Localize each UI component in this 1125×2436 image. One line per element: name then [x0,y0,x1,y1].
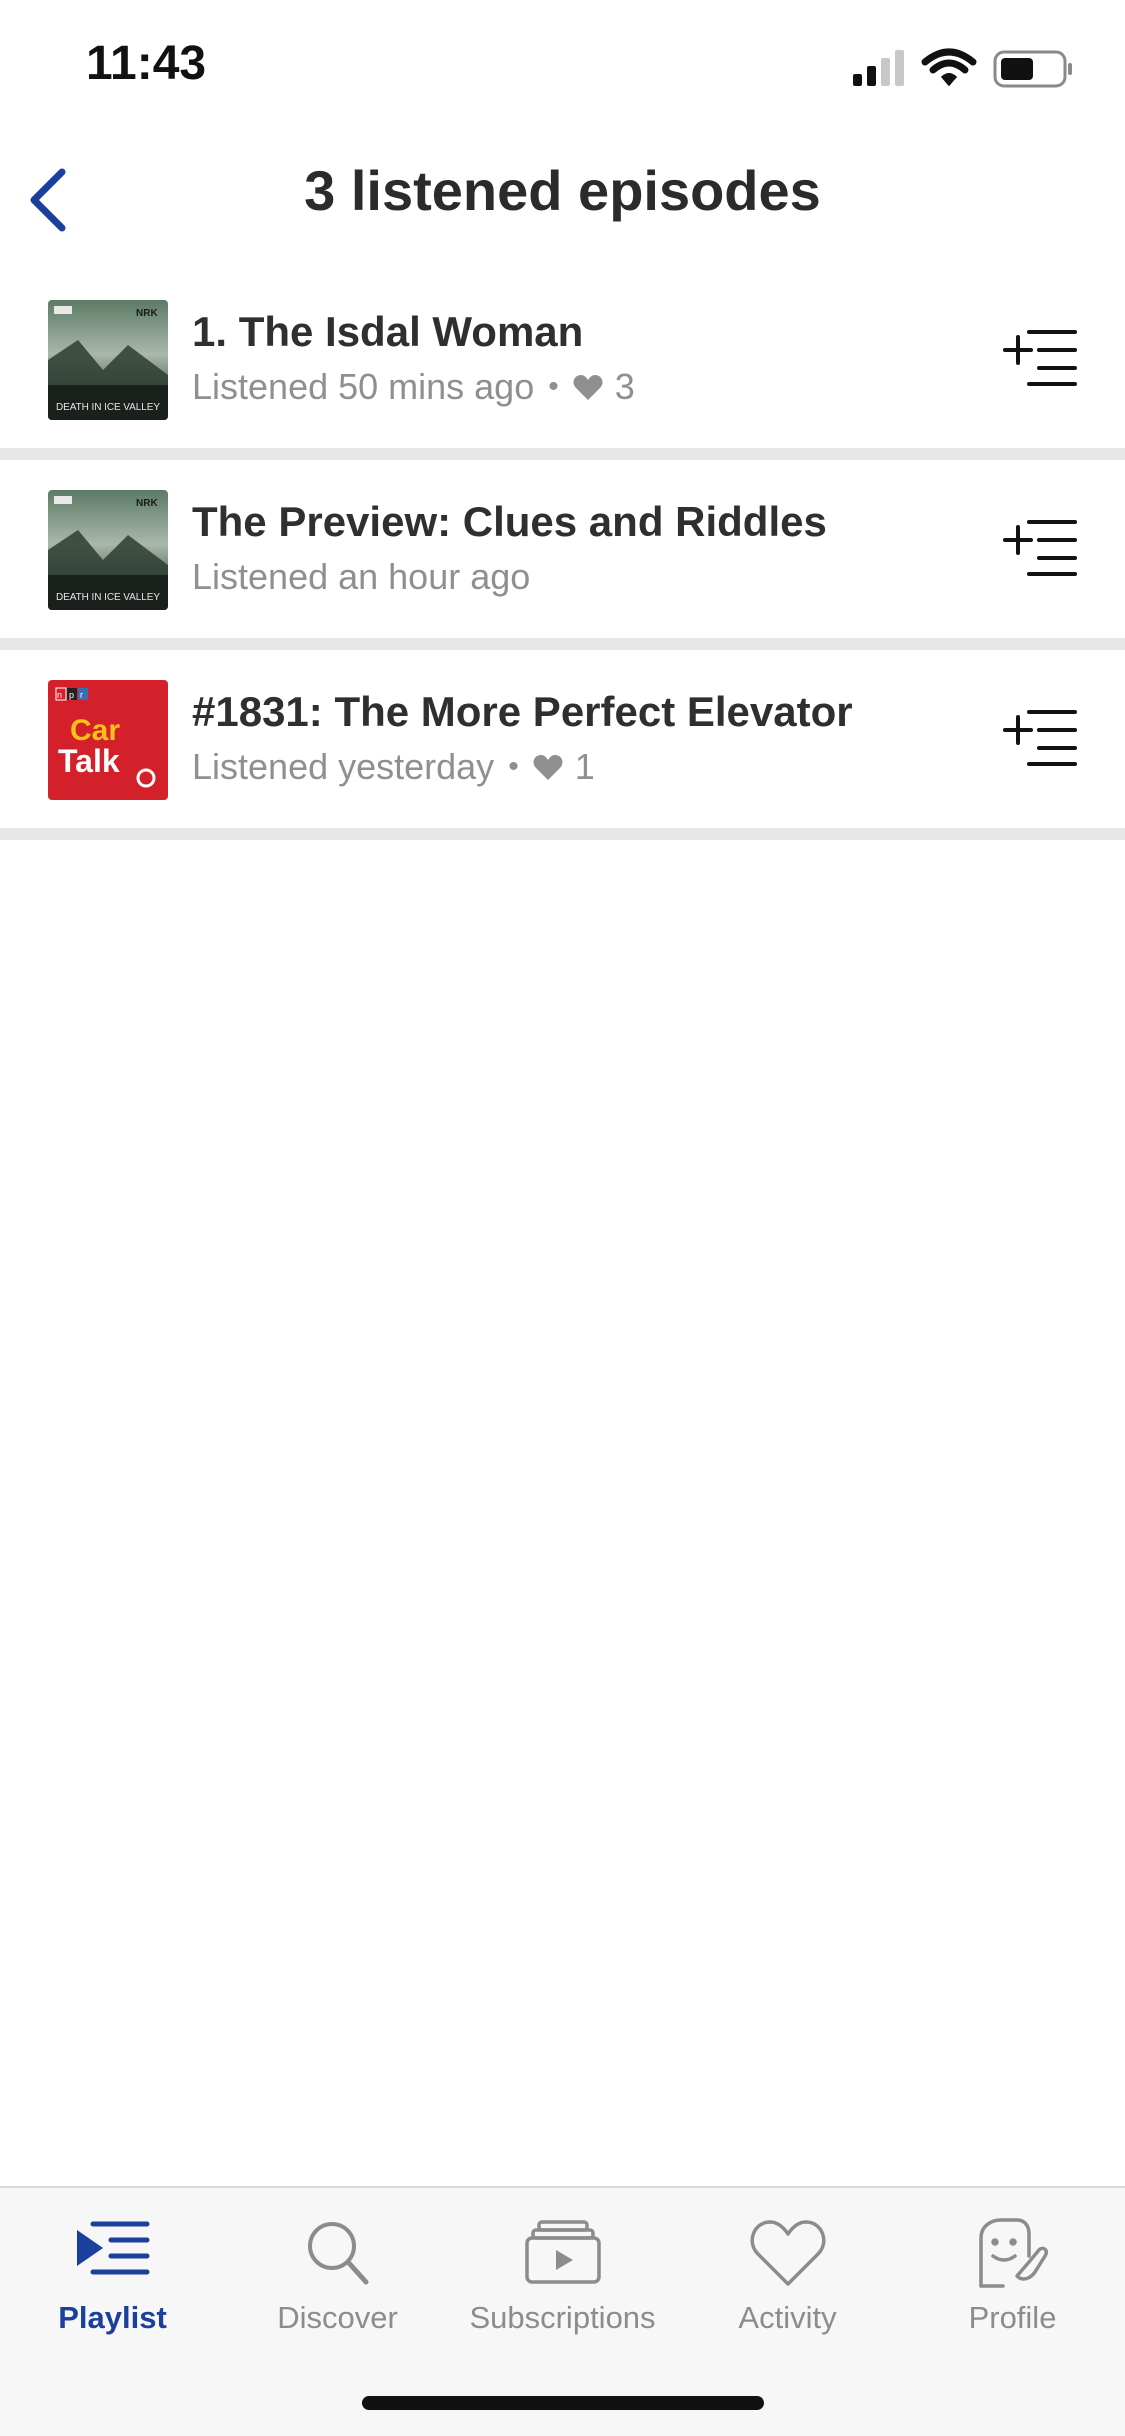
tab-subscriptions[interactable]: Subscriptions [450,2188,675,2348]
add-to-queue-icon [1003,330,1077,386]
tab-activity[interactable]: Activity [675,2188,900,2348]
meta-separator: • [548,370,559,403]
episode-title: 1. The Isdal Woman [192,308,584,355]
tab-label: Profile [968,2300,1057,2335]
svg-text:r: r [80,690,83,700]
tab-label: Playlist [58,2300,167,2335]
episode-row[interactable]: NRK DEATH IN ICE VALLEY The Preview: Clu… [0,460,1125,650]
home-indicator[interactable] [362,2396,764,2410]
heart-icon [750,2220,825,2286]
listened-time: Listened yesterday [192,746,495,787]
add-to-playlist-button[interactable] [1003,328,1077,388]
episode-row[interactable]: NRK DEATH IN ICE VALLEY 1. The Isdal Wom… [0,270,1125,460]
tab-profile[interactable]: Profile [900,2188,1125,2348]
svg-text:DEATH IN ICE VALLEY: DEATH IN ICE VALLEY [56,592,160,603]
playlist-icon [76,2221,149,2275]
heart-icon [533,755,563,780]
listened-time: Listened 50 mins ago [192,366,535,407]
subscriptions-icon [524,2220,601,2284]
header: 3 listened episodes [0,140,1125,255]
episode-title: #1831: The More Perfect Elevator [192,688,853,735]
add-to-playlist-button[interactable] [1003,708,1077,768]
status-bar: 11:43 [0,0,1125,132]
like-count: 1 [574,746,595,787]
tab-label: Activity [738,2300,837,2335]
svg-text:Talk: Talk [58,743,120,779]
profile-icon [978,2218,1048,2288]
status-icons [853,48,1072,88]
screen: 11:43 3 listened episodes NRK DEATH IN I… [0,0,1125,2436]
svg-text:NRK: NRK [136,308,158,319]
add-to-queue-icon [1003,520,1077,576]
svg-text:NRK: NRK [136,498,158,509]
podcast-artwork: n p r Car Talk [48,680,168,800]
page-title: 3 listened episodes [304,159,821,222]
heart-icon [573,375,603,400]
episode-title: The Preview: Clues and Riddles [192,498,827,545]
status-time: 11:43 [86,37,207,90]
episode-meta: Listened an hour ago [192,556,530,598]
like-count: 3 [614,366,635,407]
tab-label: Subscriptions [469,2300,656,2335]
meta-separator: • [508,750,519,783]
svg-text:n: n [57,690,62,700]
episode-list: NRK DEATH IN ICE VALLEY 1. The Isdal Wom… [0,270,1125,840]
cellular-signal-icon [853,50,904,86]
episode-meta: Listened 50 mins ago • 3 [192,366,635,408]
wifi-icon [921,48,977,87]
svg-text:p: p [69,690,74,700]
podcast-artwork: NRK DEATH IN ICE VALLEY [48,490,168,610]
search-icon [307,2222,368,2285]
svg-text:DEATH IN ICE VALLEY: DEATH IN ICE VALLEY [56,402,160,413]
add-to-playlist-button[interactable] [1003,518,1077,578]
tab-playlist[interactable]: Playlist [0,2188,225,2348]
battery-icon [993,50,1072,88]
episode-meta: Listened yesterday • 1 [192,746,595,788]
tab-label: Discover [277,2300,398,2335]
listened-time: Listened an hour ago [192,556,531,597]
tab-discover[interactable]: Discover [225,2188,450,2348]
podcast-artwork: NRK DEATH IN ICE VALLEY [48,300,168,420]
episode-row[interactable]: n p r Car Talk #1831: The More Perfect E… [0,650,1125,840]
add-to-queue-icon [1003,710,1077,766]
